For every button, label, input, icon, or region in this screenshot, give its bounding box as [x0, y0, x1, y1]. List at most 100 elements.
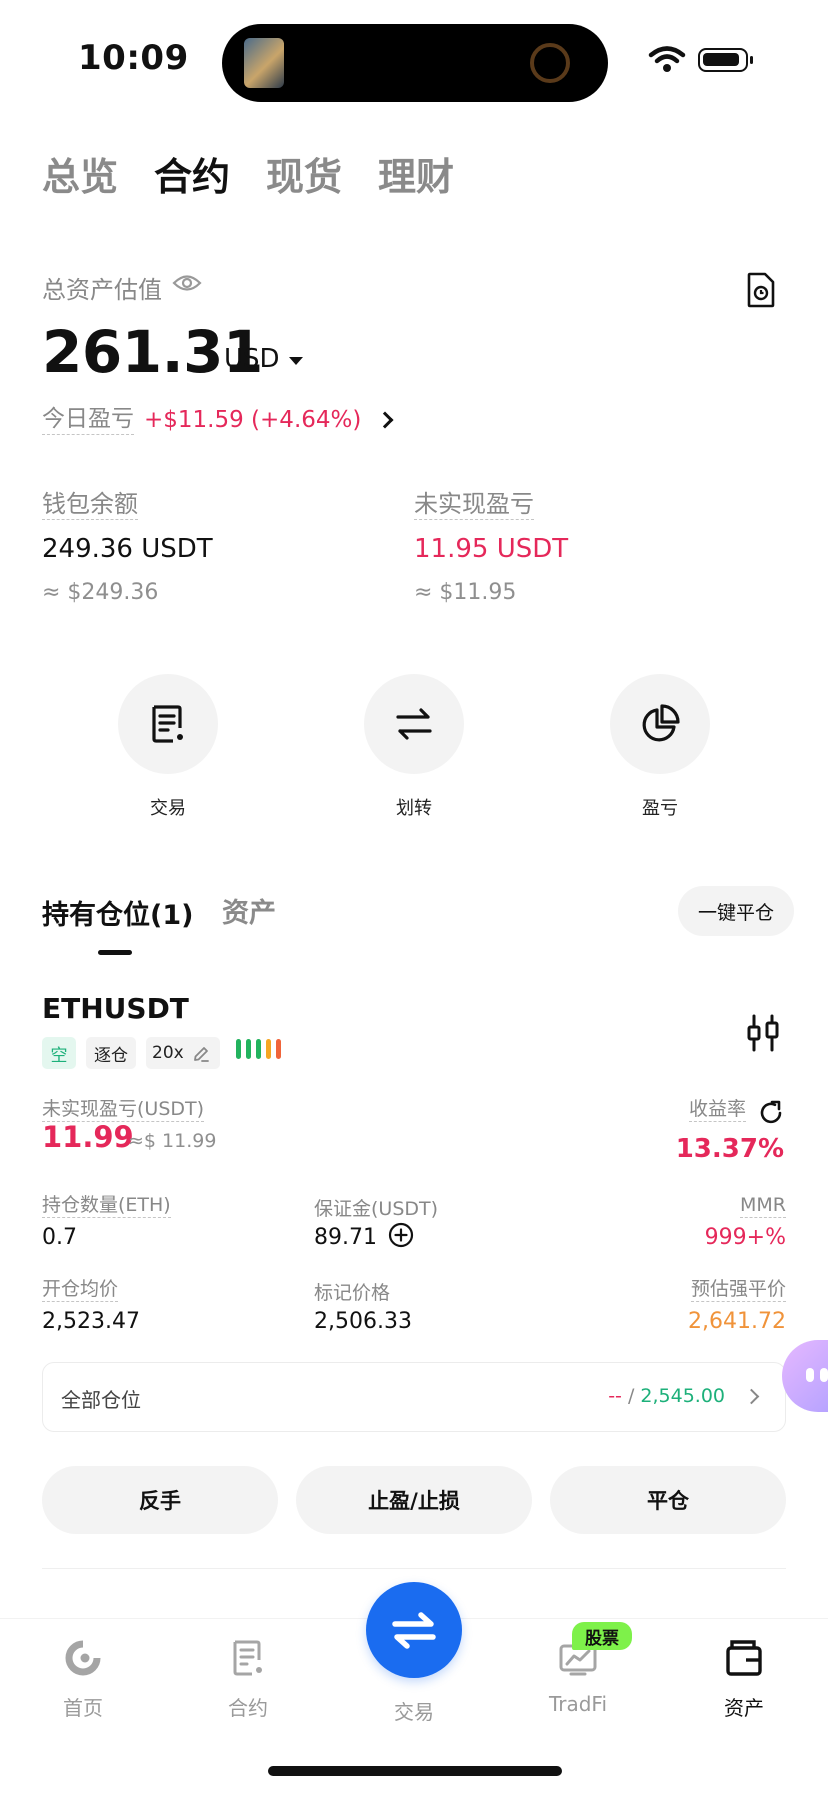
- tab-futures[interactable]: 合约: [154, 146, 230, 201]
- eye-icon[interactable]: [172, 272, 202, 294]
- tab-overview[interactable]: 总览: [42, 146, 118, 201]
- currency-unit[interactable]: USD: [224, 344, 280, 374]
- dynamic-island: [222, 24, 608, 102]
- edit-pencil-icon: [194, 1047, 209, 1062]
- today-pnl-value: +$11.59 (+4.64%): [144, 407, 362, 434]
- side-tag: 空: [42, 1037, 76, 1069]
- nav-home-label: 首页: [63, 1696, 103, 1720]
- all-positions-dash: --: [608, 1385, 622, 1407]
- action-trade-label: 交易: [150, 798, 186, 819]
- margin-value: 89.71: [314, 1225, 377, 1250]
- all-positions-row[interactable]: 全部仓位 -- / 2,545.00: [42, 1362, 786, 1432]
- status-time: 10:09: [78, 38, 189, 78]
- mmr-label: MMR: [740, 1194, 786, 1218]
- action-pnl[interactable]: 盈亏: [580, 674, 740, 820]
- margin-mode-tag: 逐仓: [86, 1037, 136, 1069]
- margin-label: 保证金(USDT): [314, 1198, 439, 1220]
- home-logo-icon: [65, 1640, 101, 1676]
- active-tab-indicator: [98, 950, 132, 955]
- add-margin-icon[interactable]: [388, 1222, 414, 1248]
- swap-arrows-icon: [392, 1612, 436, 1649]
- candlestick-chart-icon[interactable]: [746, 1014, 780, 1052]
- unrealized-pnl-label: 未实现盈亏: [414, 490, 534, 520]
- liq-label-block: 预估强平价: [690, 1278, 786, 1302]
- action-trade[interactable]: 交易: [88, 674, 248, 820]
- nav-home[interactable]: 首页: [28, 1638, 138, 1721]
- mmr-value: 999+%: [704, 1225, 786, 1250]
- tp-sl-button[interactable]: 止盈/止损: [296, 1466, 532, 1534]
- all-positions-label: 全部仓位: [61, 1388, 141, 1412]
- position-symbol[interactable]: ETHUSDT: [42, 992, 189, 1025]
- top-tabs: 总览 合约 现货 理财: [42, 146, 454, 201]
- position-unrealized-label: 未实现盈亏(USDT): [42, 1098, 205, 1122]
- action-transfer-label: 划转: [396, 798, 432, 819]
- roi-label-block: 收益率: [688, 1098, 746, 1122]
- refresh-icon[interactable]: [758, 1100, 784, 1126]
- history-document-icon[interactable]: [746, 272, 776, 308]
- risk-bar: [256, 1039, 261, 1059]
- margin-label-block: 保证金(USDT): [314, 1194, 438, 1221]
- tab-holding-positions[interactable]: 持有仓位(1): [42, 893, 193, 932]
- wifi-icon: [648, 46, 686, 72]
- wallet-icon: [726, 1640, 762, 1676]
- today-pnl-label: 今日盈亏: [42, 406, 134, 435]
- entry-label-block: 开仓均价: [42, 1278, 119, 1302]
- risk-bar: [236, 1039, 241, 1059]
- entry-price-value: 2,523.47: [42, 1309, 140, 1334]
- nav-futures-label: 合约: [228, 1696, 268, 1720]
- today-pnl-row[interactable]: 今日盈亏 +$11.59 (+4.64%): [42, 406, 394, 435]
- pie-chart-icon: [642, 704, 680, 742]
- unrealized-pnl-approx: ≈ $11.95: [414, 579, 517, 605]
- unrealized-pnl-value: 11.95 USDT: [414, 533, 569, 564]
- wallet-balance-value: 249.36 USDT: [42, 533, 213, 564]
- risk-level-bars: [236, 1039, 281, 1059]
- all-positions-price: 2,545.00: [640, 1385, 725, 1407]
- nav-trade-label[interactable]: 交易: [364, 1696, 464, 1725]
- wallet-balance-approx: ≈ $249.36: [42, 579, 159, 605]
- leverage-value: 20x: [152, 1043, 184, 1063]
- wallet-balance-label: 钱包余额: [42, 490, 138, 520]
- size-label-block: 持仓数量(ETH): [42, 1194, 171, 1218]
- assistant-bubble-icon[interactable]: [782, 1340, 828, 1412]
- media-thumbnail: [244, 38, 284, 88]
- roi-value: 13.37%: [675, 1134, 784, 1164]
- nav-assets-label: 资产: [724, 1696, 764, 1720]
- tab-spot[interactable]: 现货: [266, 146, 342, 201]
- total-asset-label: 总资产估值: [42, 276, 162, 304]
- chevron-right-icon: [743, 1388, 760, 1405]
- liq-price-label: 预估强平价: [690, 1278, 786, 1302]
- chevron-right-icon: [376, 411, 394, 429]
- unrealized-pnl-block: 未实现盈亏 11.95 USDT ≈ $11.95: [414, 490, 568, 605]
- nav-futures[interactable]: 合约: [193, 1638, 303, 1721]
- close-all-button[interactable]: 一键平仓: [678, 886, 794, 936]
- action-pnl-label: 盈亏: [642, 798, 678, 819]
- position-size-value: 0.7: [42, 1225, 77, 1250]
- caret-down-icon[interactable]: [289, 357, 303, 365]
- risk-bar: [276, 1039, 281, 1059]
- roi-label: 收益率: [688, 1098, 746, 1122]
- stock-badge: 股票: [572, 1622, 632, 1650]
- leverage-tag[interactable]: 20x: [146, 1037, 220, 1069]
- nav-tradfi-label: TradFi: [548, 1692, 608, 1716]
- position-unrealized-approx: ≈$ 11.99: [128, 1130, 217, 1152]
- position-unrealized-block: 未实现盈亏(USDT): [42, 1098, 205, 1122]
- reverse-button[interactable]: 反手: [42, 1466, 278, 1534]
- activity-ring-icon: [530, 43, 570, 83]
- risk-bar: [266, 1039, 271, 1059]
- trade-fab-button[interactable]: [366, 1582, 462, 1678]
- transfer-arrows-icon: [396, 708, 432, 740]
- tab-assets[interactable]: 资产: [222, 891, 276, 930]
- position-unrealized-value: 11.99: [42, 1120, 134, 1154]
- close-position-button[interactable]: 平仓: [550, 1466, 786, 1534]
- mark-price-value: 2,506.33: [314, 1309, 412, 1334]
- trade-note-icon: [152, 705, 183, 743]
- action-transfer[interactable]: 划转: [334, 674, 494, 820]
- liq-price-value: 2,641.72: [688, 1309, 786, 1334]
- home-indicator: [268, 1766, 562, 1776]
- all-positions-value: -- / 2,545.00: [608, 1385, 725, 1407]
- risk-bar: [246, 1039, 251, 1059]
- nav-assets[interactable]: 资产: [689, 1638, 799, 1721]
- tab-earn[interactable]: 理财: [378, 146, 454, 201]
- wallet-balance-block: 钱包余额 249.36 USDT ≈ $249.36: [42, 490, 213, 605]
- divider: [42, 1568, 786, 1569]
